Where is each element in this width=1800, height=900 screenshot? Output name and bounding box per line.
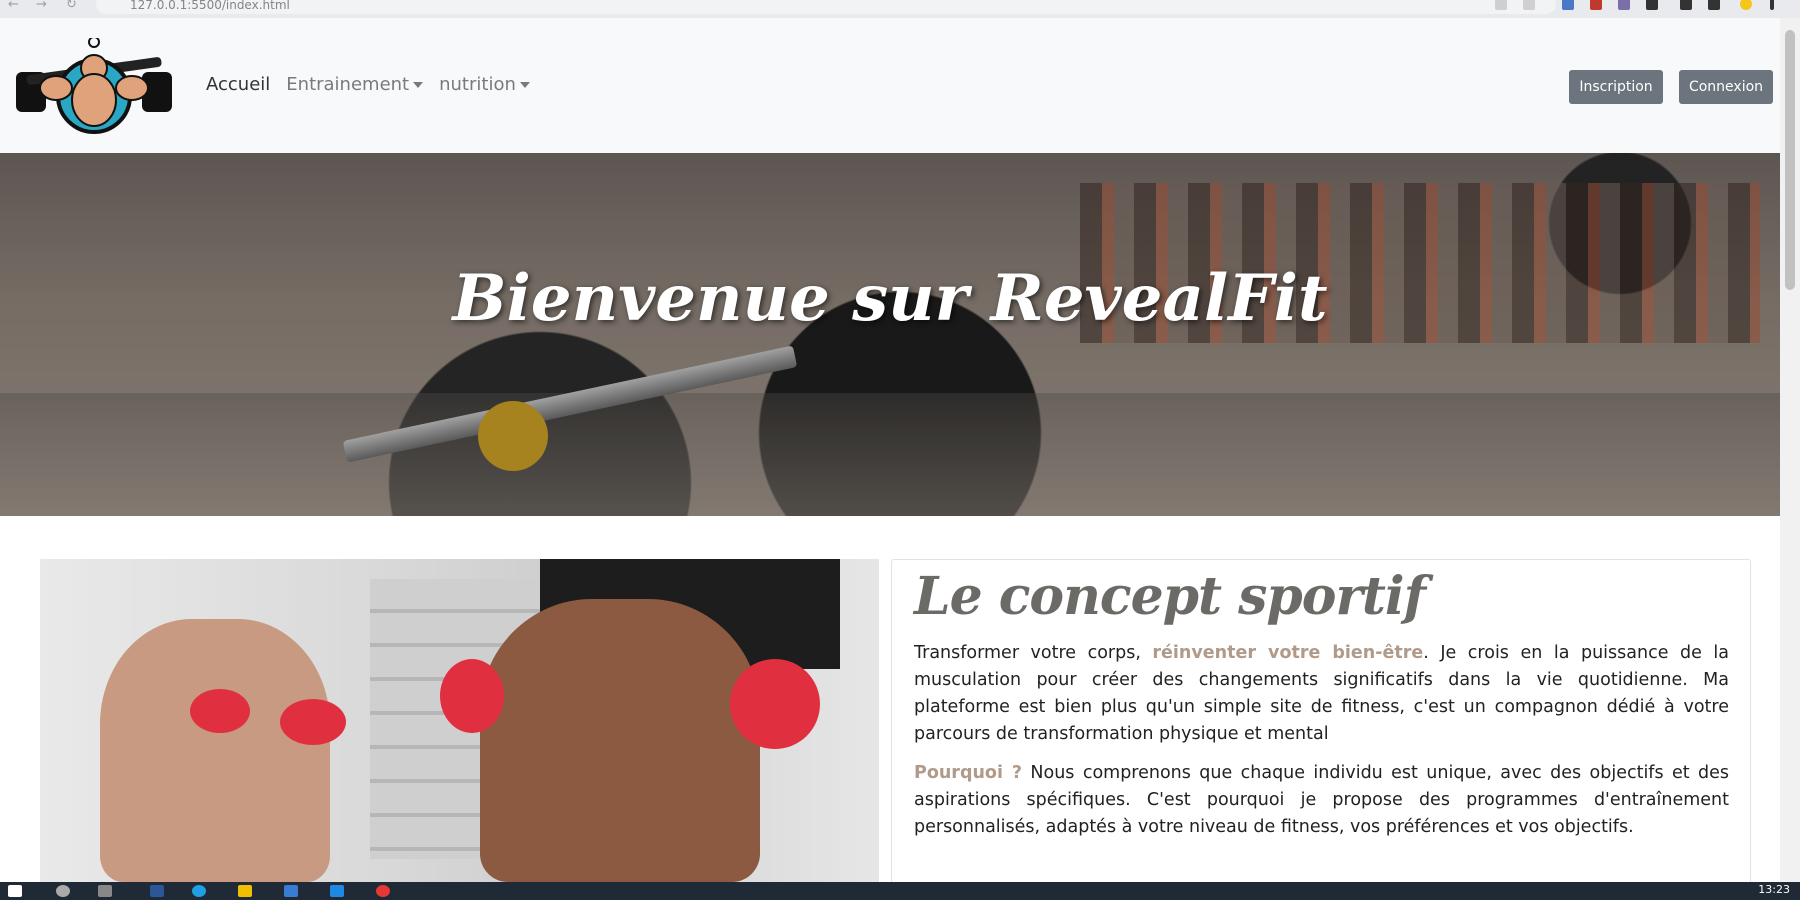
extension-icon[interactable] bbox=[1618, 0, 1630, 10]
forward-icon[interactable]: → bbox=[36, 0, 47, 12]
signup-button[interactable]: Inscription bbox=[1569, 70, 1663, 104]
chrome-icon[interactable] bbox=[376, 885, 390, 897]
site-navbar: Accueil Entrainement nutrition Inscripti… bbox=[0, 18, 1780, 153]
address-bar-url[interactable]: 127.0.0.1:5500/index.html bbox=[130, 0, 290, 12]
back-icon[interactable]: ← bbox=[8, 0, 19, 12]
concept-paragraph-2: Pourquoi ? Nous comprenons que chaque in… bbox=[914, 760, 1729, 841]
vscode-icon[interactable] bbox=[330, 885, 344, 897]
caret-down-icon bbox=[519, 82, 530, 88]
hero-banner: Bienvenue sur RevealFit bbox=[0, 153, 1780, 516]
bookmark-star-icon[interactable] bbox=[1523, 0, 1535, 10]
concept-title: Le concept sportif bbox=[914, 566, 1426, 627]
share-icon[interactable] bbox=[1495, 0, 1507, 10]
extension-icon[interactable] bbox=[1590, 0, 1602, 10]
nav-accueil[interactable]: Accueil bbox=[206, 74, 270, 95]
nav-entrainement-dropdown[interactable]: Entrainement bbox=[286, 74, 424, 95]
caret-down-icon bbox=[413, 82, 424, 88]
task-view-icon[interactable] bbox=[98, 885, 112, 897]
login-button[interactable]: Connexion bbox=[1679, 70, 1773, 104]
concept-p2-text: Nous comprenons que chaque individu est … bbox=[914, 763, 1729, 837]
main-nav: Accueil Entrainement nutrition bbox=[206, 74, 530, 95]
store-icon[interactable] bbox=[284, 885, 298, 897]
dumbbell-image bbox=[730, 659, 820, 749]
taskbar-clock[interactable]: 13:23 bbox=[1758, 883, 1790, 896]
bodybuilder-logo-icon[interactable] bbox=[16, 38, 172, 138]
nav-nutrition-label: nutrition bbox=[439, 74, 516, 95]
concept-card: Le concept sportif Transformer votre cor… bbox=[891, 559, 1751, 884]
kebab-menu-icon[interactable] bbox=[1770, 0, 1774, 10]
puzzle-extensions-icon[interactable] bbox=[1646, 0, 1658, 10]
scrollbar-thumb[interactable] bbox=[1785, 30, 1795, 290]
os-taskbar: 13:23 bbox=[0, 882, 1800, 900]
download-icon[interactable] bbox=[1680, 0, 1692, 10]
file-explorer-icon[interactable] bbox=[238, 885, 252, 897]
concept-paragraph-1: Transformer votre corps, réinventer votr… bbox=[914, 640, 1729, 748]
extension-icon[interactable] bbox=[1562, 0, 1574, 10]
dumbbell-image bbox=[440, 659, 504, 733]
windows-start-icon[interactable] bbox=[8, 885, 22, 897]
nav-nutrition-dropdown[interactable]: nutrition bbox=[439, 74, 530, 95]
browser-toolbar: ← → ↻ 127.0.0.1:5500/index.html bbox=[0, 0, 1800, 19]
address-bar[interactable] bbox=[96, 0, 1556, 14]
concept-p1-highlight: réinventer votre bien-être bbox=[1152, 643, 1424, 663]
concept-p2-highlight: Pourquoi ? bbox=[914, 763, 1023, 783]
man-lunge-image bbox=[480, 599, 760, 882]
hero-title: Bienvenue sur RevealFit bbox=[452, 261, 1328, 336]
dumbbell-image bbox=[190, 689, 250, 733]
training-photo bbox=[40, 559, 879, 882]
nav-entrainement-label: Entrainement bbox=[286, 74, 410, 95]
profile-avatar-icon[interactable] bbox=[1740, 0, 1752, 10]
edge-icon[interactable] bbox=[192, 885, 206, 897]
word-icon[interactable] bbox=[150, 885, 164, 897]
reload-icon[interactable]: ↻ bbox=[66, 0, 77, 12]
dumbbell-image bbox=[280, 699, 346, 745]
sidepanel-icon[interactable] bbox=[1708, 0, 1720, 10]
concept-p1-start: Transformer votre corps, bbox=[914, 643, 1153, 663]
woman-lunge-image bbox=[100, 619, 330, 882]
search-icon[interactable] bbox=[56, 885, 70, 897]
